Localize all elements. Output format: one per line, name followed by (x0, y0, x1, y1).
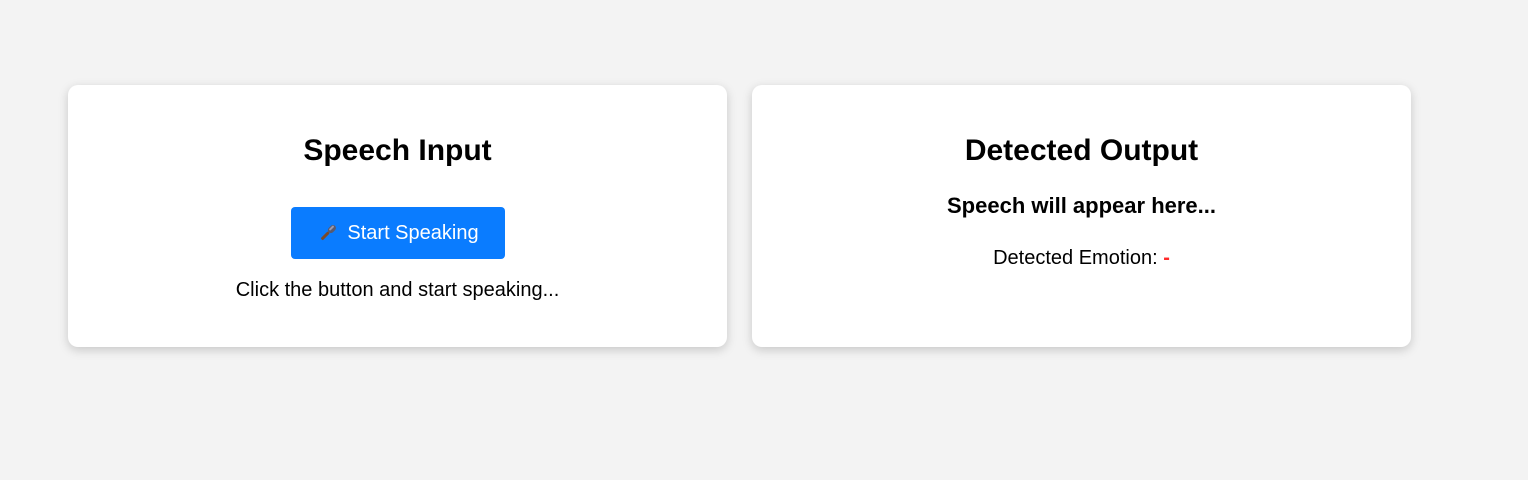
detected-emotion-value: - (1163, 247, 1170, 269)
speech-input-title: Speech Input (303, 134, 492, 167)
speech-transcript: Speech will appear here... (947, 193, 1216, 218)
detected-emotion-label: Detected Emotion: (993, 247, 1164, 269)
detected-output-card: Detected Output Speech will appear here.… (752, 85, 1411, 347)
cards-container: Speech Input Start Speaking Click the bu… (68, 85, 1411, 347)
microphone-icon (317, 222, 339, 244)
start-speaking-button[interactable]: Start Speaking (291, 207, 505, 259)
start-speaking-label: Start Speaking (347, 221, 479, 244)
speech-input-card: Speech Input Start Speaking Click the bu… (68, 85, 727, 347)
detected-output-title: Detected Output (964, 134, 1199, 167)
detected-emotion-line: Detected Emotion: - (752, 246, 1411, 270)
speech-hint-text: Click the button and start speaking... (235, 279, 560, 301)
